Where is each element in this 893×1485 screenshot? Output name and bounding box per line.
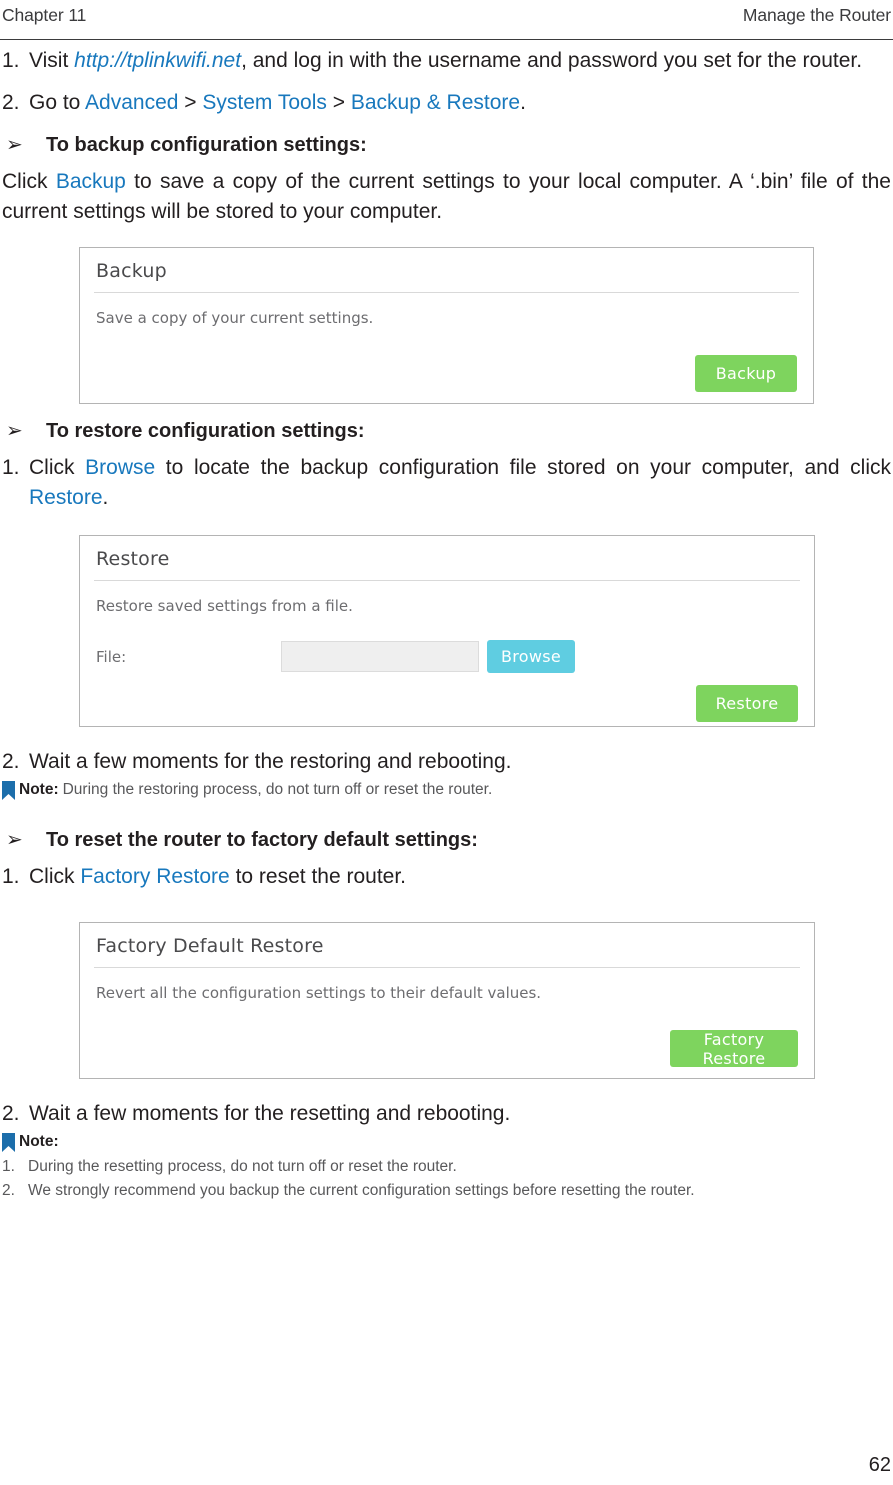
heading-text: To backup configuration settings: bbox=[46, 134, 367, 156]
factory-step-text-before: Click bbox=[29, 865, 81, 888]
list-item-number: 1. bbox=[2, 865, 20, 888]
restore-step-text-mid: to locate the backup configuration file … bbox=[155, 456, 891, 479]
step1-text-before: Visit bbox=[29, 49, 75, 72]
backup-panel-body: Save a copy of your current settings. Ba… bbox=[80, 293, 813, 392]
backup-paragraph: Click Backup to save a copy of the curre… bbox=[2, 167, 891, 227]
backup-panel: Backup Save a copy of your current setti… bbox=[79, 247, 814, 404]
restore-button-row: Restore bbox=[80, 685, 814, 722]
backup-link[interactable]: Backup bbox=[56, 170, 126, 193]
arrow-bullet-icon: ➢ bbox=[6, 420, 23, 442]
note-item-number: 1. bbox=[2, 1158, 15, 1175]
file-input[interactable] bbox=[281, 641, 479, 672]
document-page: Chapter 11 Manage the Router 1. Visit ht… bbox=[0, 0, 893, 1485]
step2-text-before: Go to bbox=[29, 91, 86, 114]
step2-text-after: . bbox=[520, 91, 526, 114]
note-item-text: During the resetting process, do not tur… bbox=[28, 1158, 457, 1175]
restore-button[interactable]: Restore bbox=[696, 685, 798, 722]
page-content: 1. Visit http://tplinkwifi.net, and log … bbox=[2, 46, 891, 1203]
browse-link[interactable]: Browse bbox=[85, 456, 155, 479]
browse-button[interactable]: Browse bbox=[487, 640, 575, 673]
note-line: Note: bbox=[2, 1131, 891, 1153]
list-item: 1. Visit http://tplinkwifi.net, and log … bbox=[2, 46, 891, 76]
chapter-label: Chapter 11 bbox=[2, 5, 87, 25]
restore-step-text-before: Click bbox=[29, 456, 86, 479]
file-label: File: bbox=[96, 647, 127, 666]
factory-step-text-after: to reset the router. bbox=[229, 865, 406, 888]
heading-text: To restore configuration settings: bbox=[46, 420, 365, 442]
bookmark-icon bbox=[2, 781, 15, 800]
note-label: Note: bbox=[19, 781, 59, 798]
list-item: 2. Go to Advanced > System Tools > Backu… bbox=[2, 88, 891, 118]
backup-panel-description: Save a copy of your current settings. bbox=[96, 309, 374, 327]
section-label: Manage the Router bbox=[742, 5, 891, 25]
heading-backup-configuration: ➢ To backup configuration settings: bbox=[2, 132, 891, 157]
arrow-bullet-icon: ➢ bbox=[6, 829, 23, 851]
list-item-number: 2. bbox=[2, 1102, 20, 1125]
list-item-text: Wait a few moments for the resetting and… bbox=[29, 1102, 511, 1125]
list-item: 2. Wait a few moments for the resetting … bbox=[2, 1099, 891, 1129]
restore-step-text-after: . bbox=[102, 486, 109, 509]
restore-panel: Restore Restore saved settings from a fi… bbox=[79, 535, 815, 727]
factory-restore-link[interactable]: Factory Restore bbox=[80, 865, 229, 888]
heading-restore-configuration: ➢ To restore configuration settings: bbox=[2, 418, 891, 443]
running-header: Chapter 11 Manage the Router bbox=[0, 0, 893, 40]
list-item: 1. During the resetting process, do not … bbox=[2, 1155, 891, 1179]
factory-panel-description: Revert all the configuration settings to… bbox=[96, 984, 542, 1002]
list-item: 2. Wait a few moments for the restoring … bbox=[2, 747, 891, 777]
bookmark-icon bbox=[2, 1133, 15, 1152]
note-item-text: We strongly recommend you backup the cur… bbox=[28, 1182, 695, 1199]
heading-text: To reset the router to factory default s… bbox=[46, 829, 478, 851]
restore-link[interactable]: Restore bbox=[29, 486, 103, 509]
backup-panel-title: Backup bbox=[96, 260, 167, 282]
list-item-text: Click Browse to locate the backup config… bbox=[29, 453, 891, 513]
backup-button-row: Backup bbox=[80, 355, 813, 392]
list-item-number: 2. bbox=[2, 750, 20, 773]
factory-panel-body: Revert all the configuration settings to… bbox=[80, 968, 814, 1068]
list-item: 1. Click Browse to locate the backup con… bbox=[2, 453, 891, 513]
separator-2: > bbox=[326, 91, 351, 114]
restore-note: Note: During the restoring process, do n… bbox=[2, 779, 891, 801]
list-item-number: 1. bbox=[2, 456, 20, 479]
arrow-bullet-icon: ➢ bbox=[6, 134, 23, 156]
separator-1: > bbox=[178, 91, 203, 114]
factory-default-restore-panel: Factory Default Restore Revert all the c… bbox=[79, 922, 815, 1079]
list-item-text: Visit http://tplinkwifi.net, and log in … bbox=[29, 46, 891, 76]
factory-panel-title: Factory Default Restore bbox=[96, 935, 324, 957]
page-number: 62 bbox=[868, 1454, 891, 1476]
factory-note: Note: 1. During the resetting process, d… bbox=[2, 1131, 891, 1203]
factory-note-list: 1. During the resetting process, do not … bbox=[2, 1155, 891, 1203]
list-item-number: 2. bbox=[2, 91, 20, 114]
list-item: 1. Click Factory Restore to reset the ro… bbox=[2, 862, 891, 892]
note-text: During the restoring process, do not tur… bbox=[62, 781, 493, 798]
list-item-text: Wait a few moments for the restoring and… bbox=[29, 750, 512, 773]
factory-restore-button[interactable]: Factory Restore bbox=[670, 1030, 798, 1068]
tplinkwifi-link[interactable]: http://tplinkwifi.net bbox=[74, 49, 241, 72]
restore-panel-title: Restore bbox=[96, 548, 170, 570]
note-label: Note: bbox=[19, 1133, 59, 1150]
note-line: Note: During the restoring process, do n… bbox=[2, 779, 891, 801]
backup-button[interactable]: Backup bbox=[695, 355, 797, 392]
list-item-number: 1. bbox=[2, 49, 20, 72]
note-item-number: 2. bbox=[2, 1182, 15, 1199]
backup-text-after: to save a copy of the current settings t… bbox=[2, 170, 891, 223]
heading-factory-reset: ➢ To reset the router to factory default… bbox=[2, 827, 891, 852]
list-item-text: Click Factory Restore to reset the route… bbox=[29, 862, 891, 892]
backup-restore-link[interactable]: Backup & Restore bbox=[351, 91, 520, 114]
restore-panel-body: Restore saved settings from a file. File… bbox=[80, 581, 814, 722]
file-field-row: File: Browse bbox=[80, 640, 814, 673]
list-item: 2. We strongly recommend you backup the … bbox=[2, 1179, 891, 1203]
factory-button-row: Factory Restore bbox=[80, 1030, 814, 1068]
system-tools-link[interactable]: System Tools bbox=[202, 91, 327, 114]
restore-panel-description: Restore saved settings from a file. bbox=[96, 597, 353, 615]
list-item-text: Go to Advanced > System Tools > Backup &… bbox=[29, 88, 891, 118]
advanced-link[interactable]: Advanced bbox=[85, 91, 178, 114]
backup-text-before: Click bbox=[2, 170, 56, 193]
step1-text-after: , and log in with the username and passw… bbox=[241, 49, 863, 72]
